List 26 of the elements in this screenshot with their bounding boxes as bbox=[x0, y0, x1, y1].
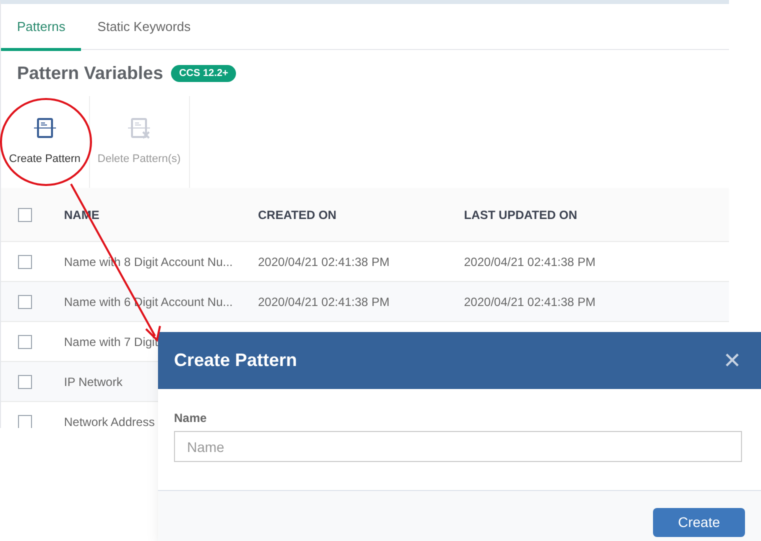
form-delete-icon bbox=[127, 116, 152, 139]
table-cell: IP Network bbox=[64, 374, 122, 388]
close-button[interactable]: ✕ bbox=[723, 350, 741, 372]
table-cell: 2020/04/21 02:41:38 PM bbox=[464, 294, 596, 308]
table-cell: Name with 7 Digit bbox=[64, 334, 158, 348]
dialog-title: Create Pattern bbox=[174, 349, 298, 372]
checkbox[interactable] bbox=[18, 414, 32, 428]
table-cell: 2020/04/21 02:41:38 PM bbox=[258, 294, 390, 308]
column-header: LAST UPDATED ON bbox=[464, 206, 578, 224]
name-input[interactable]: Name bbox=[174, 431, 742, 462]
create-button[interactable]: Create bbox=[653, 508, 745, 537]
form-icon bbox=[32, 116, 57, 139]
tab[interactable]: Static Keywords bbox=[81, 4, 207, 51]
table-cell: Network Address bbox=[64, 414, 155, 428]
table-cell: 2020/04/21 02:41:38 PM bbox=[258, 254, 390, 268]
checkbox[interactable] bbox=[18, 294, 32, 308]
column-header: CREATED ON bbox=[258, 206, 338, 224]
tab[interactable]: Patterns bbox=[1, 4, 82, 51]
checkbox[interactable] bbox=[18, 254, 32, 268]
table-cell: 2020/04/21 02:41:38 PM bbox=[464, 254, 596, 268]
checkbox[interactable] bbox=[18, 208, 32, 222]
checkbox[interactable] bbox=[18, 374, 32, 388]
checkbox[interactable] bbox=[18, 334, 32, 348]
version-badge: CCS 12.2+ bbox=[171, 64, 236, 82]
field-label: Name bbox=[174, 410, 208, 427]
section-title: Pattern Variables bbox=[17, 62, 164, 84]
